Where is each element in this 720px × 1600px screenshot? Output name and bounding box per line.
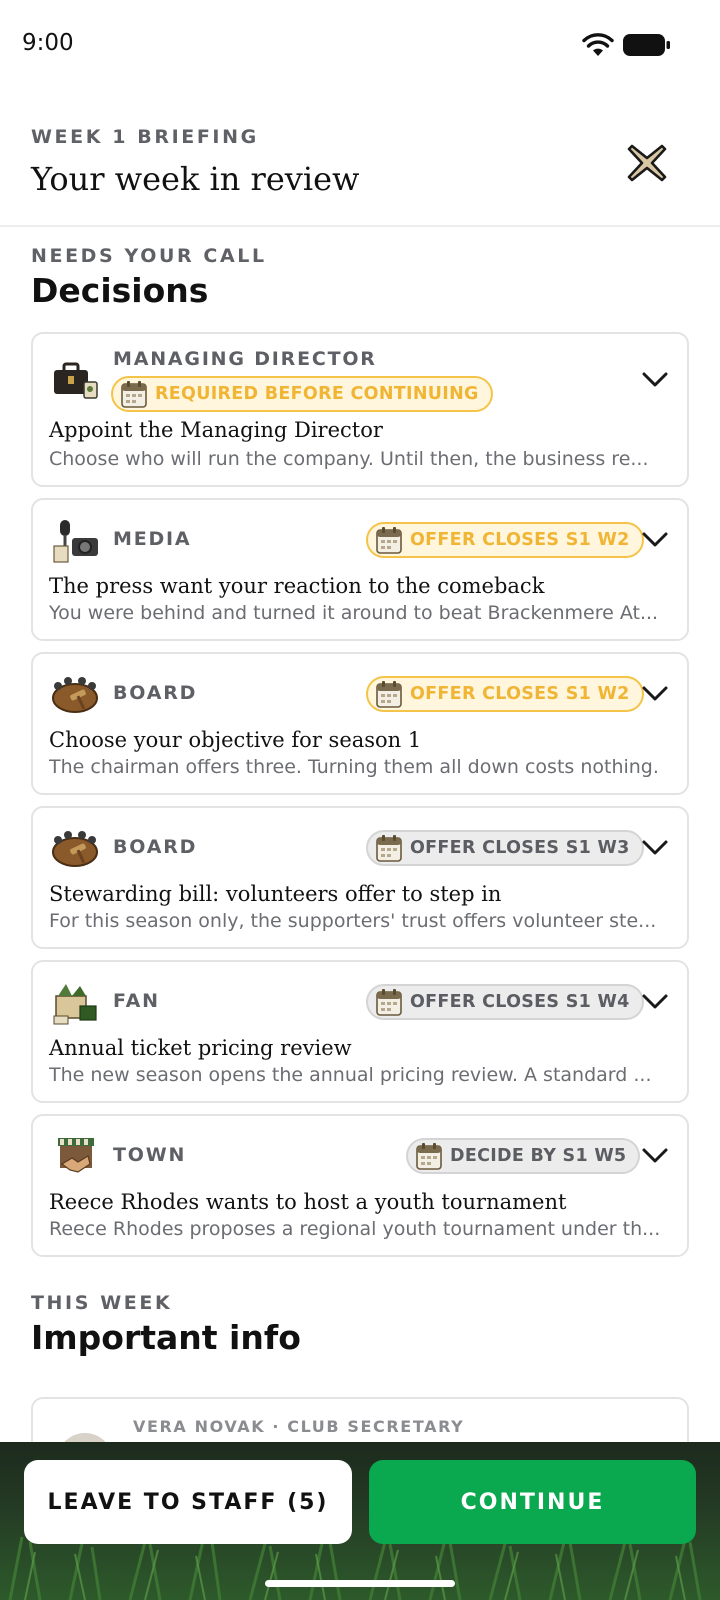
continue-button[interactable]: CONTINUE [369, 1460, 696, 1544]
card-category: MEDIA [113, 528, 192, 550]
page-title: Your week in review [31, 160, 360, 198]
card-description: Reece Rhodes proposes a regional youth t… [49, 1218, 661, 1240]
card-description: You were behind and turned it around to … [49, 602, 659, 624]
avatar [57, 1433, 113, 1442]
card-category: FAN [113, 990, 160, 1012]
leave-to-staff-button[interactable]: LEAVE TO STAFF (5) [24, 1460, 352, 1544]
chevron-down-icon[interactable] [641, 838, 669, 858]
card-title: Reece Rhodes wants to host a youth tourn… [49, 1190, 567, 1214]
decisions-title: Decisions [31, 271, 209, 310]
calendar-icon [376, 527, 402, 554]
calendar-icon [416, 1143, 442, 1170]
boardroom-gavel-icon [52, 831, 98, 867]
deadline-badge: DECIDE BY S1 W5 [406, 1138, 641, 1174]
card-category: TOWN [113, 1144, 187, 1166]
briefing-header: WEEK 1 BRIEFING Your week in review [0, 90, 720, 227]
microphone-camera-icon [53, 520, 98, 563]
battery-icon [623, 34, 670, 56]
decision-card-board-objective[interactable]: BOARD OFFER CLOSES S1 W2 Choose your obj… [31, 652, 689, 795]
card-category: BOARD [113, 836, 198, 858]
calendar-icon [376, 835, 402, 862]
wifi-icon [582, 33, 614, 56]
deadline-badge-label: OFFER CLOSES S1 W2 [410, 684, 630, 704]
calendar-icon [376, 681, 402, 708]
boardroom-gavel-icon [52, 677, 98, 713]
card-description: The chairman offers three. Turning them … [49, 756, 659, 778]
chevron-down-icon[interactable] [641, 370, 669, 390]
decision-card-fan[interactable]: FAN OFFER CLOSES S1 W4 Annual ticket pri… [31, 960, 689, 1103]
deadline-badge-label: OFFER CLOSES S1 W4 [410, 992, 630, 1012]
card-title: The press want your reaction to the come… [49, 574, 545, 598]
close-icon[interactable] [624, 140, 670, 186]
card-title: Annual ticket pricing review [49, 1036, 352, 1060]
deadline-badge-label: OFFER CLOSES S1 W2 [410, 530, 630, 550]
card-title: Appoint the Managing Director [49, 418, 383, 442]
chevron-down-icon[interactable] [641, 1146, 669, 1166]
home-indicator [265, 1580, 455, 1587]
decision-card-town[interactable]: TOWN DECIDE BY S1 W5 Reece Rhodes wants … [31, 1114, 689, 1257]
card-category: BOARD [113, 682, 198, 704]
card-description: Choose who will run the company. Until t… [49, 448, 649, 470]
status-time: 9:00 [22, 30, 74, 56]
info-card[interactable]: VERA NOVAK · CLUB SECRETARY [31, 1397, 689, 1442]
briefing-content[interactable]: NEEDS YOUR CALL Decisions MANAGING DIREC… [0, 229, 720, 1442]
card-title: Stewarding bill: volunteers offer to ste… [49, 882, 502, 906]
deadline-badge: OFFER CLOSES S1 W2 [366, 522, 644, 558]
deadline-badge: OFFER CLOSES S1 W3 [366, 830, 644, 866]
decision-card-media[interactable]: MEDIA OFFER CLOSES S1 W2 The press want … [31, 498, 689, 641]
chevron-down-icon[interactable] [641, 992, 669, 1012]
card-description: For this season only, the supporters' tr… [49, 910, 657, 932]
chevron-down-icon[interactable] [641, 530, 669, 550]
info-title: Important info [31, 1318, 301, 1357]
town-handshake-icon [58, 1138, 94, 1173]
info-card-meta: VERA NOVAK · CLUB SECRETARY [133, 1417, 465, 1436]
deadline-badge: OFFER CLOSES S1 W4 [366, 984, 644, 1020]
decisions-eyebrow: NEEDS YOUR CALL [31, 245, 267, 267]
chevron-down-icon[interactable] [641, 684, 669, 704]
card-title: Choose your objective for season 1 [49, 728, 422, 752]
action-bar: LEAVE TO STAFF (5) CONTINUE [0, 1442, 720, 1600]
card-category: MANAGING DIRECTOR [113, 348, 377, 370]
deadline-badge-label: DECIDE BY S1 W5 [450, 1146, 627, 1166]
card-description: The new season opens the annual pricing … [49, 1064, 652, 1086]
deadline-badge: REQUIRED BEFORE CONTINUING [111, 376, 493, 412]
decision-card-board-stewarding[interactable]: BOARD OFFER CLOSES S1 W3 Stewarding bill… [31, 806, 689, 949]
calendar-icon [376, 989, 402, 1016]
deadline-badge-label: REQUIRED BEFORE CONTINUING [155, 384, 479, 404]
header-eyebrow: WEEK 1 BRIEFING [31, 126, 259, 148]
info-eyebrow: THIS WEEK [31, 1292, 173, 1314]
decision-card-managing-director[interactable]: MANAGING DIRECTOR REQUIRED BEFORE CONTIN… [31, 332, 689, 487]
deadline-badge: OFFER CLOSES S1 W2 [366, 676, 644, 712]
status-bar: 9:00 [0, 0, 720, 90]
calendar-icon [121, 381, 147, 408]
deadline-badge-label: OFFER CLOSES S1 W3 [410, 838, 630, 858]
briefcase-icon [54, 362, 98, 399]
fan-scarf-icon [53, 984, 97, 1025]
